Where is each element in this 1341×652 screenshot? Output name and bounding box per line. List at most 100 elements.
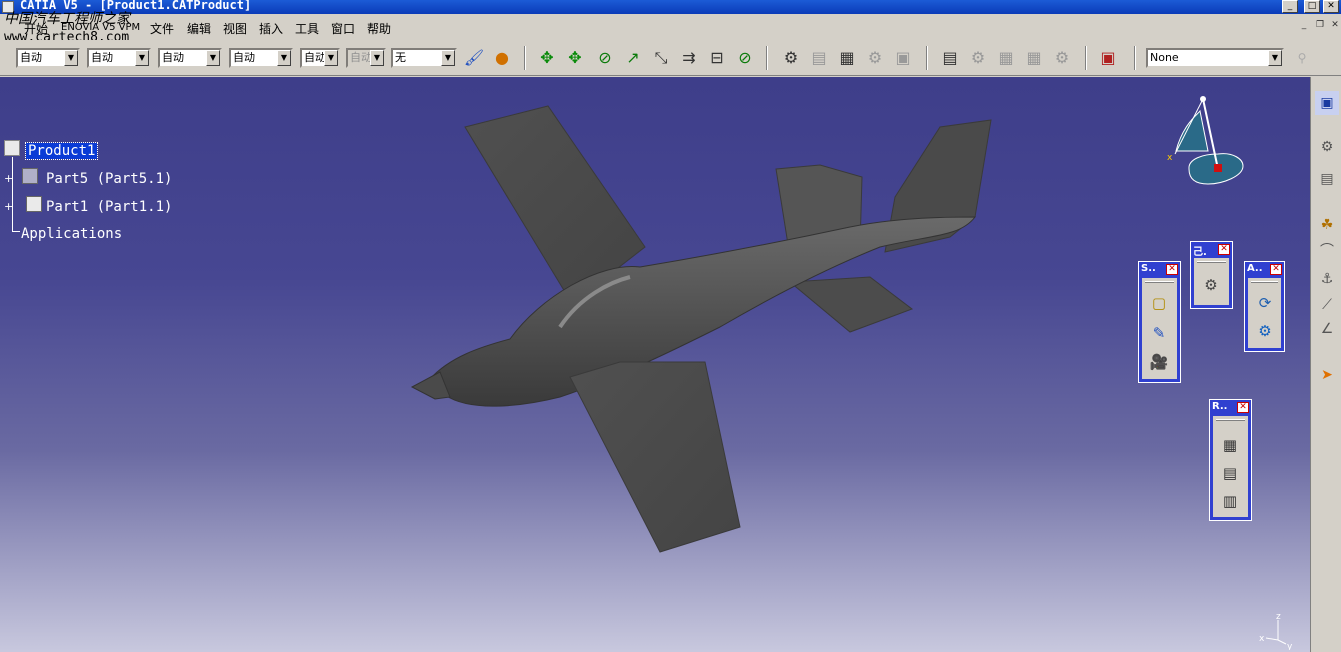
multi-instantiation-icon[interactable]: ▤ [938,46,962,70]
toolbar-grip[interactable] [1251,281,1278,283]
painter-icon[interactable]: 🖌 [462,46,486,70]
chevron-down-icon[interactable]: ▼ [206,50,220,66]
constraint-icon[interactable]: ⚙ [863,46,887,70]
tree-item-part5[interactable]: Part5 (Part5.1) [46,171,172,187]
close-icon[interactable]: ✕ [1218,244,1230,255]
compass-widget[interactable]: x [1163,94,1253,194]
chevron-down-icon[interactable]: ▼ [135,50,149,66]
product-icon[interactable]: ▢ [1148,292,1170,314]
menu-edit[interactable]: 编辑 [187,20,211,37]
chevron-down-icon[interactable]: ▼ [441,50,455,66]
tree-item-applications[interactable]: Applications [21,226,122,242]
menu-view[interactable]: 视图 [223,20,247,37]
compass-move-icon[interactable]: ✥ [535,46,559,70]
render-settings-icon[interactable]: ▥ [1219,490,1241,512]
palette-render[interactable]: R.. ✕ ▦ ▤ ▥ [1209,399,1252,521]
camera-icon[interactable]: 🎥 [1148,351,1170,373]
properties-icon[interactable]: ▤ [807,46,831,70]
workbench-icon[interactable]: ▣ [1315,91,1339,115]
layer-filter-combo[interactable]: None ▼ [1146,48,1284,68]
apply-light-icon[interactable]: ✎ [1148,322,1170,344]
sectioning-icon[interactable]: ⇉ [677,46,701,70]
toolbar-grip[interactable] [1216,419,1245,421]
catalog-icon[interactable]: ⚙ [779,46,803,70]
mdi-restore-button[interactable]: ❐ [1313,20,1327,32]
palette-animation[interactable]: A.. ✕ ⟳ ⚙ [1244,261,1285,352]
menu-start[interactable]: 开始 [24,20,48,37]
line-type-combo[interactable]: 自动 ▼ [229,48,293,68]
manipulation-icon[interactable]: ⊘ [593,46,617,70]
graph-tree-icon[interactable]: ⚙ [1050,46,1074,70]
palette-scenes[interactable]: S.. ✕ ▢ ✎ 🎥 [1138,261,1181,383]
expand-icon[interactable]: + [4,201,13,212]
measure-icon[interactable]: ⊘ [733,46,757,70]
close-icon[interactable]: ✕ [1237,402,1249,413]
expand-icon[interactable]: + [4,173,13,184]
toolbar-grip[interactable] [1145,281,1174,283]
tree-root[interactable]: Product1 [24,142,99,160]
menu-file[interactable]: 文件 [150,20,174,37]
constraint-icon[interactable]: ⌒ [1315,239,1339,263]
maximize-button[interactable]: □ [1304,0,1320,13]
bill-of-material-icon[interactable]: ▦ [994,46,1018,70]
toolbar-grip[interactable] [1197,261,1226,263]
chevron-down-icon[interactable]: ▼ [64,50,78,66]
chevron-down-icon[interactable]: ▼ [1268,50,1282,66]
product-icon[interactable] [4,140,20,156]
pin-icon[interactable]: ⚲ [1290,46,1314,70]
menu-tools[interactable]: 工具 [295,20,319,37]
fix-icon[interactable]: ⚓ [1315,267,1339,291]
color-combo[interactable]: 自动 ▼ [16,48,80,68]
offset-icon[interactable]: ⟋ [1315,293,1339,317]
line-thickness-combo[interactable]: 自动 ▼ [158,48,222,68]
apply-material-icon[interactable]: ● [490,46,514,70]
angle-icon[interactable]: ∠ [1315,317,1339,341]
distance-icon[interactable]: ⊟ [705,46,729,70]
existing-component-icon[interactable]: ▤ [1315,167,1339,191]
render-shoot-icon[interactable]: ▤ [1219,462,1241,484]
analysis-icon[interactable]: ⚙ [966,46,990,70]
transparency-combo[interactable]: 自动 ▼ [87,48,151,68]
point-type-combo[interactable]: 自动 ▼ [300,48,340,68]
fix-icon[interactable]: ▣ [891,46,915,70]
select-pointer-icon[interactable]: ➤ [1315,363,1339,387]
minimize-button[interactable]: _ [1282,0,1298,13]
save-management-icon[interactable]: ▣ [1096,46,1120,70]
part-icon[interactable] [22,168,38,184]
mdi-minimize-button[interactable]: _ [1297,20,1311,32]
part-icon[interactable] [26,196,42,212]
layer-combo[interactable]: 无 ▼ [391,48,457,68]
catia-app-icon[interactable] [2,1,14,13]
new-component-icon[interactable]: ☘ [1315,213,1339,237]
reorder-icon[interactable]: ▦ [1022,46,1046,70]
compass-handle[interactable] [1200,96,1206,102]
3d-viewport[interactable]: Product1 + Part5 (Part5.1) + Part1 (Part… [0,77,1310,652]
assembly-icon[interactable]: ⚙ [1315,135,1339,159]
mdi-close-button[interactable]: ✕ [1328,20,1341,32]
tree-item-part5-label[interactable]: Part5 (Part5.1) [46,171,172,187]
menu-enovia[interactable]: ENOVIA V5 VPM [61,22,140,33]
tree-item-part1-label[interactable]: Part1 (Part1.1) [46,199,172,215]
airplane-model[interactable] [0,77,1310,652]
menu-help[interactable]: 帮助 [367,20,391,37]
menu-insert[interactable]: 插入 [259,20,283,37]
tree-root-label[interactable]: Product1 [24,142,99,160]
simulation-gear-icon[interactable]: ⚙ [1254,320,1276,342]
compass-origin[interactable] [1214,164,1222,172]
tree-item-applications-label[interactable]: Applications [21,226,122,242]
tree-item-part1[interactable]: Part1 (Part1.1) [46,199,172,215]
gear-pointer-icon[interactable]: ⚙ [1200,274,1222,296]
clash-icon[interactable]: ⤡ [649,46,673,70]
chevron-down-icon[interactable]: ▼ [277,50,291,66]
explode-icon[interactable]: ↗ [621,46,645,70]
close-icon[interactable]: ✕ [1270,264,1282,275]
palette-manipulation[interactable]: 己. ✕ ⚙ [1190,241,1233,309]
animation-icon[interactable]: ⟳ [1254,292,1276,314]
snap-icon[interactable]: ✥ [563,46,587,70]
update-icon[interactable]: ▦ [835,46,859,70]
close-icon[interactable]: ✕ [1166,264,1178,275]
render-frame-icon[interactable]: ▦ [1219,434,1241,456]
chevron-down-icon[interactable]: ▼ [324,50,338,66]
menu-window[interactable]: 窗口 [331,20,355,37]
close-button[interactable]: ✕ [1323,0,1339,13]
